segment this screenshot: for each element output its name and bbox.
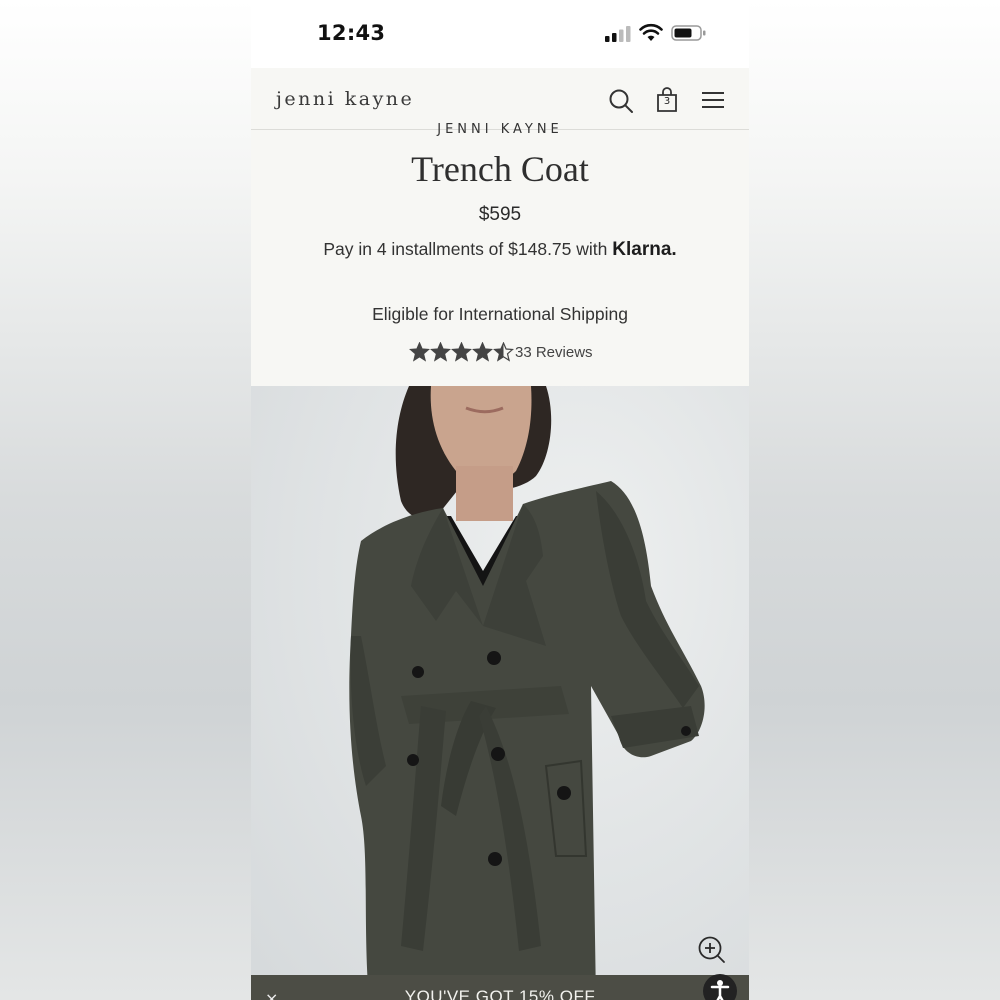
model-photo — [349, 386, 705, 1000]
accessibility-button[interactable] — [703, 974, 737, 1000]
brand-logo[interactable]: jenni kayne — [276, 88, 414, 110]
wifi-icon — [639, 23, 663, 41]
promo-banner[interactable]: × YOU'VE GOT 15% OFF — [251, 975, 749, 1000]
product-image[interactable] — [251, 386, 749, 1000]
star-icon — [472, 342, 493, 362]
status-time: 12:43 — [317, 21, 386, 45]
product-title: Trench Coat — [411, 149, 589, 189]
product-price: $595 — [478, 204, 522, 225]
cart-button[interactable]: 3 — [654, 87, 680, 113]
search-icon[interactable] — [608, 88, 634, 114]
rating-row[interactable]: 33 Reviews — [409, 341, 593, 363]
reviews-link[interactable]: 33 Reviews — [515, 344, 593, 361]
star-icon — [430, 342, 451, 362]
battery-icon — [671, 25, 706, 41]
installments-text: Pay in 4 installments of $148.75 with — [323, 239, 613, 259]
hamburger-menu-icon[interactable] — [700, 88, 726, 114]
star-rating — [409, 342, 514, 362]
cellular-signal-icon — [605, 26, 631, 42]
star-icon — [409, 342, 430, 362]
shipping-eligibility: Eligible for International Shipping — [372, 304, 628, 324]
phone-screen: 12:43 jenni kayne 3 JENNI KAYNE Trench C… — [251, 0, 749, 1000]
accessibility-icon — [710, 980, 730, 1000]
status-bar: 12:43 — [251, 0, 749, 68]
product-info: JENNI KAYNE Trench Coat $595 Pay in 4 in… — [251, 122, 749, 386]
cart-count: 3 — [663, 96, 671, 107]
promo-text: YOU'VE GOT 15% OFF — [404, 987, 596, 1000]
product-brand: JENNI KAYNE — [437, 122, 563, 137]
klarna-installments[interactable]: Pay in 4 installments of $148.75 with Kl… — [251, 239, 749, 261]
star-icon — [451, 342, 472, 362]
zoom-in-icon[interactable] — [697, 935, 727, 965]
klarna-logo: Klarna. — [612, 239, 677, 260]
star-icon — [493, 342, 514, 362]
site-header: jenni kayne 3 — [251, 68, 749, 130]
